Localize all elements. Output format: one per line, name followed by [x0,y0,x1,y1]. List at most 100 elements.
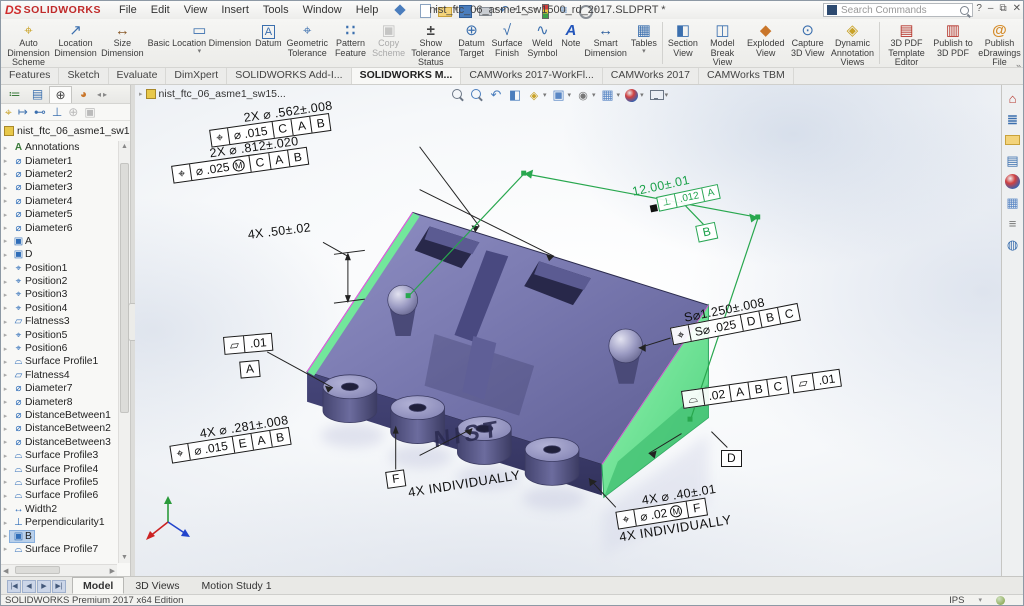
dimxpert-copy-icon[interactable]: ▣ [84,105,95,119]
expand-arrow-icon[interactable]: ▸ [1,184,10,192]
expand-arrow-icon[interactable]: ▸ [1,519,10,527]
tree-item-annotations[interactable]: ▸Annotations [1,141,117,154]
custom-properties-icon[interactable] [1005,216,1020,231]
command-tab-solidworks-m[interactable]: SOLIDWORKS M... [352,68,462,84]
expand-arrow-icon[interactable]: ▸ [1,371,10,379]
tree-item-width2[interactable]: ▸Width2 [1,503,117,516]
expand-arrow-icon[interactable]: ▸ [1,144,10,152]
previous-view-icon[interactable] [488,87,504,103]
scroll-down-icon[interactable]: ▼ [119,554,130,561]
dimxpert-autodim-icon[interactable]: ⌖ [5,105,12,120]
tab-last-icon[interactable]: ▶| [52,580,66,593]
command-tab-solidworks-add-i[interactable]: SOLIDWORKS Add-I... [227,68,351,84]
expand-arrow-icon[interactable]: ▸ [1,398,10,406]
dropdown-caret-icon[interactable]: ▾ [665,91,669,99]
command-tab-features[interactable]: Features [1,68,59,84]
tree-item-d[interactable]: ▸D [1,248,117,261]
expand-arrow-icon[interactable]: ▸ [1,318,10,326]
ribbon-button-pattern-feature[interactable]: Pattern Feature [331,21,370,59]
ribbon-button-datum[interactable]: Datum [253,21,284,50]
tree-item-perpendicularity1[interactable]: ▸Perpendicularity1 [1,516,117,529]
unit-system-caret-icon[interactable]: ▾ [978,596,982,604]
ribbon-button-model-break-view[interactable]: Model Break View [700,21,745,68]
expand-arrow-icon[interactable]: ▸ [1,197,10,205]
ribbon-button-copy-scheme[interactable]: Copy Scheme [370,21,407,59]
expand-arrow-icon[interactable]: ▸ [1,211,10,219]
expand-arrow-icon[interactable]: ▸ [1,264,10,272]
tree-item-distancebetween3[interactable]: ▸DistanceBetween3 [1,436,117,449]
expand-arrow-icon[interactable]: ▸ [1,304,10,312]
tree-item-diameter7[interactable]: ▸Diameter7 [1,382,117,395]
tree-root-item[interactable]: nist_ftc_06_asme1_sw1500_rd_ [1,123,130,138]
tree-item-surface-profile7[interactable]: ▸Surface Profile7 [1,543,117,556]
tree-item-position5[interactable]: ▸Position5 [1,328,117,341]
expand-arrow-icon[interactable]: ▸ [1,358,10,366]
expand-arrow-icon[interactable]: ▸ [1,438,10,446]
hscroll-thumb[interactable] [15,566,60,574]
design-library-icon[interactable] [1005,112,1020,127]
dropdown-caret-icon[interactable]: ▾ [592,91,596,99]
expand-arrow-icon[interactable]: ▸ [1,412,10,420]
expand-arrow-icon[interactable]: ▸ [1,478,10,486]
tree-item-diameter2[interactable]: ▸Diameter2 [1,168,117,181]
tree-item-surface-profile5[interactable]: ▸Surface Profile5 [1,476,117,489]
tab-prev-icon[interactable]: ◀ [22,580,36,593]
expand-arrow-icon[interactable]: ▸ [1,170,10,178]
appearances-icon[interactable] [1005,174,1020,189]
tree-item-position6[interactable]: ▸Position6 [1,342,117,355]
ribbon-button-note[interactable]: Note [559,21,582,50]
expand-arrow-icon[interactable]: ▸ [1,278,10,286]
command-tab-camworks-2017-workfl[interactable]: CAMWorks 2017-WorkFl... [461,68,602,84]
scenes-icon[interactable] [1005,195,1020,210]
ribbon-button-basic-location-dimension[interactable]: Basic Location Dimension▾ [146,21,254,55]
tree-item-surface-profile6[interactable]: ▸Surface Profile6 [1,489,117,502]
expand-arrow-icon[interactable]: ▸ [1,385,10,393]
selection-handle[interactable] [650,204,658,212]
tree-item-b[interactable]: ▸B [1,529,117,542]
dropdown-caret-icon[interactable]: ▾ [543,91,547,99]
dimxpert-location-icon[interactable]: ↦ [18,105,28,119]
dimxpert-show-status-icon[interactable]: ⊕ [68,105,78,119]
tree-item-position4[interactable]: ▸Position4 [1,302,117,315]
menu-tools[interactable]: Tools [263,4,289,16]
expand-arrow-icon[interactable]: ▸ [1,224,10,232]
pin-icon[interactable] [395,4,406,15]
tree-item-a[interactable]: ▸A [1,235,117,248]
tree-item-distancebetween1[interactable]: ▸DistanceBetween1 [1,409,117,422]
command-tab-sketch[interactable]: Sketch [59,68,108,84]
expand-arrow-icon[interactable]: ▸ [1,545,10,553]
expand-arrow-icon[interactable]: ▸ [1,465,10,473]
ribbon-overflow-chevron[interactable]: » [1016,61,1021,68]
ribbon-button-auto-dimension-scheme[interactable]: Auto Dimension Scheme [5,21,52,68]
ribbon-button-exploded-view[interactable]: Exploded View [745,21,787,59]
expand-arrow-icon[interactable]: ▸ [1,505,10,513]
ribbon-button-tables[interactable]: Tables▾ [629,21,659,55]
view-palette-icon[interactable] [1005,153,1020,168]
file-explorer-icon[interactable] [1005,135,1020,145]
dimxpert-size-icon[interactable]: ⊷ [34,105,46,119]
bottom-tab-motion-study-1[interactable]: Motion Study 1 [191,577,283,594]
command-tab-camworks-tbm[interactable]: CAMWorks TBM [699,68,794,84]
appearances-icon[interactable] [625,89,638,102]
tree-vertical-scrollbar[interactable]: ▲ ▼ [118,141,130,563]
breadcrumb-expand-icon[interactable]: ▸ [139,90,143,98]
dropdown-caret-icon[interactable]: ▾ [568,91,572,99]
menu-file[interactable]: File [119,4,137,16]
tab-featuremanager[interactable]: ≔ [3,86,26,103]
view-orientation-icon[interactable] [600,87,616,103]
menu-edit[interactable]: Edit [151,4,170,16]
command-tab-camworks-2017[interactable]: CAMWorks 2017 [603,68,699,84]
dropdown-caret-icon[interactable]: ▾ [640,91,644,99]
expand-arrow-icon[interactable]: ▸ [1,331,10,339]
ribbon-button-size-dimension[interactable]: Size Dimension [99,21,146,59]
ribbon-button-dynamic-annotation-views[interactable]: Dynamic Annotation Views [829,21,876,68]
expand-arrow-icon[interactable]: ▸ [1,291,10,299]
ribbon-button-geometric-tolerance[interactable]: Geometric Tolerance [284,21,331,59]
bottom-tab-model[interactable]: Model [72,577,124,594]
ribbon-button-show-tolerance-status[interactable]: Show Tolerance Status [407,21,454,68]
menu-window[interactable]: Window [303,4,342,16]
tree-item-flatness4[interactable]: ▸Flatness4 [1,369,117,382]
tree-item-position3[interactable]: ▸Position3 [1,288,117,301]
command-tab-dimxpert[interactable]: DimXpert [166,68,227,84]
minimize-button[interactable]: – [988,3,994,14]
